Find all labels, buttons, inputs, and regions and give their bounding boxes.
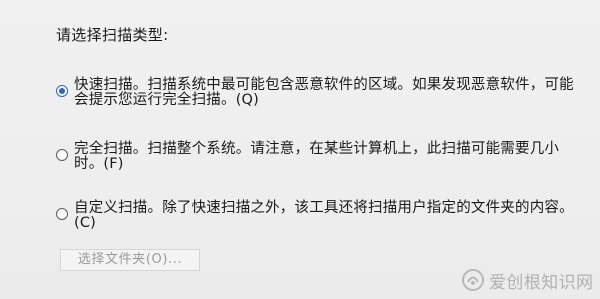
scan-type-panel: 请选择扫描类型: 快速扫描。扫描系统中最可能包含恶意软件的区域。如果发现恶意软件…: [0, 0, 600, 299]
custom-scan-label-line1: 自定义扫描。除了快速扫描之外，该工具还将扫描用户指定的文件夹的内容。: [74, 200, 574, 216]
choose-folder-button[interactable]: 选择文件夹(O)...: [60, 249, 200, 271]
full-scan-label-line1: 完全扫描。扫描整个系统。请注意，在某些计算机上，此扫描可能需要几小: [74, 141, 560, 157]
quick-scan-label[interactable]: 快速扫描。扫描系统中最可能包含恶意软件的区域。如果发现恶意软件，可能 会提示您运…: [74, 78, 574, 108]
custom-scan-radio[interactable]: [56, 208, 68, 220]
custom-scan-label-line2: (C): [74, 215, 97, 231]
watermark-text: 爱创根知识网: [489, 272, 594, 293]
full-scan-radio[interactable]: [56, 149, 68, 161]
quick-scan-label-line1: 快速扫描。扫描系统中最可能包含恶意软件的区域。如果发现恶意软件，可能: [74, 77, 574, 93]
custom-scan-label[interactable]: 自定义扫描。除了快速扫描之外，该工具还将扫描用户指定的文件夹的内容。 (C): [74, 201, 574, 231]
full-scan-label[interactable]: 完全扫描。扫描整个系统。请注意，在某些计算机上，此扫描可能需要几小 时。(F): [74, 142, 574, 172]
full-scan-label-line2: 时。(F): [74, 156, 124, 172]
scan-type-prompt: 请选择扫描类型:: [56, 26, 169, 44]
watermark: 爱创根知识网: [461, 266, 593, 294]
quick-scan-radio[interactable]: [56, 85, 68, 97]
watermark-logo-icon: [462, 269, 484, 291]
quick-scan-label-line2: 会提示您运行完全扫描。(Q): [74, 92, 260, 108]
